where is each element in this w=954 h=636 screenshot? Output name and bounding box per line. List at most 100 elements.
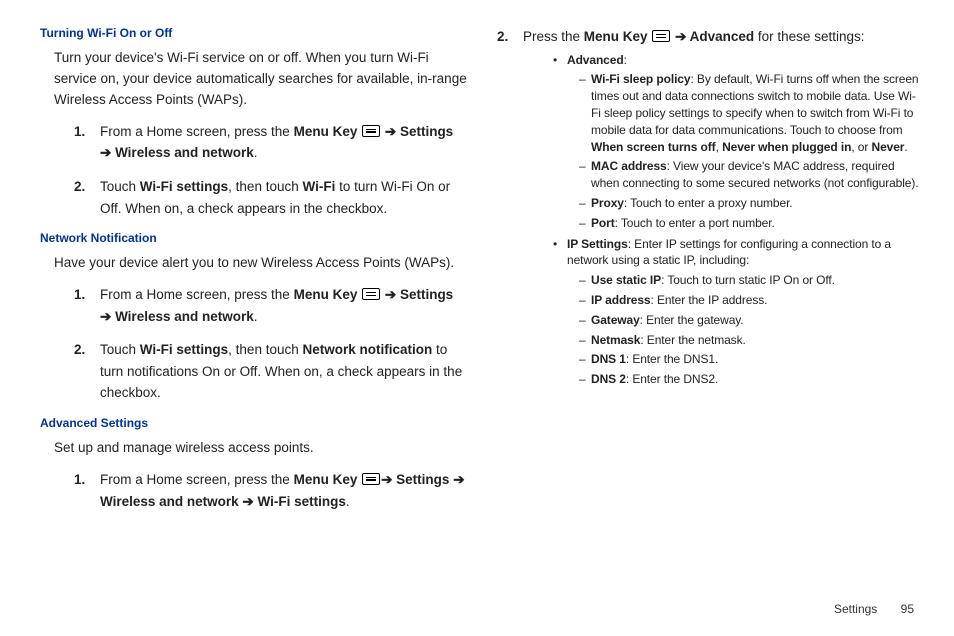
step-1: 1. From a Home screen, press the Menu Ke… bbox=[74, 284, 467, 327]
item-proxy: Proxy: Touch to enter a proxy number. bbox=[579, 195, 924, 212]
advanced-sublist: Wi-Fi sleep policy: By default, Wi-Fi tu… bbox=[579, 71, 924, 231]
intro-network-notification: Have your device alert you to new Wirele… bbox=[54, 253, 467, 274]
footer-section: Settings bbox=[834, 602, 877, 616]
text: : Touch to enter a proxy number. bbox=[624, 196, 793, 210]
right-column: 2. Press the Menu Key ➔ Advanced for the… bbox=[497, 20, 924, 524]
menu-key-label: Menu Key bbox=[294, 287, 358, 302]
wireless-network-label: Wireless and network bbox=[115, 145, 254, 160]
heading-advanced-settings: Advanced Settings bbox=[40, 416, 467, 430]
heading-wifi-onoff: Turning Wi-Fi On or Off bbox=[40, 26, 467, 40]
advanced-label: Advanced bbox=[567, 53, 624, 67]
step-number: 2. bbox=[74, 176, 85, 198]
advanced-bullets: Advanced: Wi-Fi sleep policy: By default… bbox=[553, 52, 924, 388]
arrow-icon: ➔ bbox=[100, 309, 115, 324]
step-text: Touch bbox=[100, 179, 140, 194]
step-text: , then touch bbox=[228, 342, 302, 357]
intro-advanced-settings: Set up and manage wireless access points… bbox=[54, 438, 467, 459]
steps-advanced-right: 2. Press the Menu Key ➔ Advanced for the… bbox=[497, 26, 924, 388]
colon: : bbox=[624, 53, 627, 67]
item-mac-address: MAC address: View your device's MAC addr… bbox=[579, 158, 924, 192]
step-number: 1. bbox=[74, 469, 85, 491]
steps-wifi-onoff: 1. From a Home screen, press the Menu Ke… bbox=[74, 121, 467, 219]
text: : Enter the DNS2. bbox=[626, 372, 718, 386]
settings-label: Settings bbox=[400, 124, 453, 139]
label: Port bbox=[591, 216, 615, 230]
settings-label: Settings bbox=[400, 287, 453, 302]
period: . bbox=[254, 145, 258, 160]
text: : Enter the gateway. bbox=[640, 313, 744, 327]
step-1: 1. From a Home screen, press the Menu Ke… bbox=[74, 469, 467, 512]
period: . bbox=[904, 140, 907, 154]
menu-key-label: Menu Key bbox=[294, 124, 358, 139]
period: . bbox=[346, 494, 350, 509]
step-text: From a Home screen, press the bbox=[100, 287, 294, 302]
arrow-icon: ➔ bbox=[381, 472, 396, 487]
arrow-icon: ➔ bbox=[100, 145, 115, 160]
item-netmask: Netmask: Enter the netmask. bbox=[579, 332, 924, 349]
label: Gateway bbox=[591, 313, 640, 327]
intro-wifi-onoff: Turn your device's Wi-Fi service on or o… bbox=[54, 48, 467, 111]
step-text: for these settings: bbox=[754, 29, 864, 44]
step-2: 2. Touch Wi-Fi settings, then touch Wi-F… bbox=[74, 176, 467, 219]
item-gateway: Gateway: Enter the gateway. bbox=[579, 312, 924, 329]
option: Never bbox=[872, 140, 905, 154]
sep: , or bbox=[851, 140, 871, 154]
option: When screen turns off bbox=[591, 140, 716, 154]
text: : Enter the netmask. bbox=[640, 333, 745, 347]
step-2: 2. Touch Wi-Fi settings, then touch Netw… bbox=[74, 339, 467, 404]
left-column: Turning Wi-Fi On or Off Turn your device… bbox=[40, 20, 467, 524]
page-content: Turning Wi-Fi On or Off Turn your device… bbox=[0, 0, 954, 564]
text: : Touch to enter a port number. bbox=[615, 216, 775, 230]
item-ip-address: IP address: Enter the IP address. bbox=[579, 292, 924, 309]
label: Use static IP bbox=[591, 273, 661, 287]
menu-key-icon bbox=[362, 288, 380, 300]
text: : Enter the DNS1. bbox=[626, 352, 718, 366]
step-number: 1. bbox=[74, 284, 85, 306]
menu-key-icon bbox=[362, 473, 380, 485]
label: Proxy bbox=[591, 196, 624, 210]
menu-key-icon bbox=[362, 125, 380, 137]
item-port: Port: Touch to enter a port number. bbox=[579, 215, 924, 232]
option: Never when plugged in bbox=[722, 140, 851, 154]
step-text: , then touch bbox=[228, 179, 302, 194]
steps-advanced-settings: 1. From a Home screen, press the Menu Ke… bbox=[74, 469, 467, 512]
arrow-icon: ➔ bbox=[239, 494, 258, 509]
text: : Enter the IP address. bbox=[650, 293, 767, 307]
step-text: Touch bbox=[100, 342, 140, 357]
arrow-icon: ➔ bbox=[381, 124, 400, 139]
arrow-icon: ➔ bbox=[381, 287, 400, 302]
arrow-icon: ➔ bbox=[671, 29, 689, 44]
step-number: 2. bbox=[74, 339, 85, 361]
step-text: Press the bbox=[523, 29, 584, 44]
label: DNS 1 bbox=[591, 352, 626, 366]
wifi-settings-label: Wi-Fi settings bbox=[258, 494, 346, 509]
step-text: From a Home screen, press the bbox=[100, 472, 294, 487]
step-text: From a Home screen, press the bbox=[100, 124, 294, 139]
label: IP Settings bbox=[567, 237, 628, 251]
page-footer: Settings 95 bbox=[834, 602, 914, 616]
menu-key-icon bbox=[652, 30, 670, 42]
bullet-advanced: Advanced: Wi-Fi sleep policy: By default… bbox=[553, 52, 924, 232]
label: IP address bbox=[591, 293, 650, 307]
wifi-settings-label: Wi-Fi settings bbox=[140, 342, 228, 357]
settings-label: Settings bbox=[396, 472, 449, 487]
wifi-settings-label: Wi-Fi settings bbox=[140, 179, 228, 194]
arrow-icon: ➔ bbox=[449, 472, 464, 487]
period: . bbox=[254, 309, 258, 324]
item-dns2: DNS 2: Enter the DNS2. bbox=[579, 371, 924, 388]
label: Wi-Fi sleep policy bbox=[591, 72, 690, 86]
network-notification-label: Network notification bbox=[302, 342, 432, 357]
menu-key-label: Menu Key bbox=[294, 472, 358, 487]
wireless-network-label: Wireless and network bbox=[115, 309, 254, 324]
item-dns1: DNS 1: Enter the DNS1. bbox=[579, 351, 924, 368]
step-number: 2. bbox=[497, 26, 508, 48]
step-number: 1. bbox=[74, 121, 85, 143]
step-2: 2. Press the Menu Key ➔ Advanced for the… bbox=[497, 26, 924, 388]
spacer bbox=[357, 124, 361, 139]
ip-sublist: Use static IP: Touch to turn static IP O… bbox=[579, 272, 924, 388]
wifi-label: Wi-Fi bbox=[302, 179, 335, 194]
page-number: 95 bbox=[901, 602, 914, 616]
text: : Touch to turn static IP On or Off. bbox=[661, 273, 835, 287]
menu-key-label: Menu Key bbox=[584, 29, 648, 44]
wireless-network-label: Wireless and network bbox=[100, 494, 239, 509]
